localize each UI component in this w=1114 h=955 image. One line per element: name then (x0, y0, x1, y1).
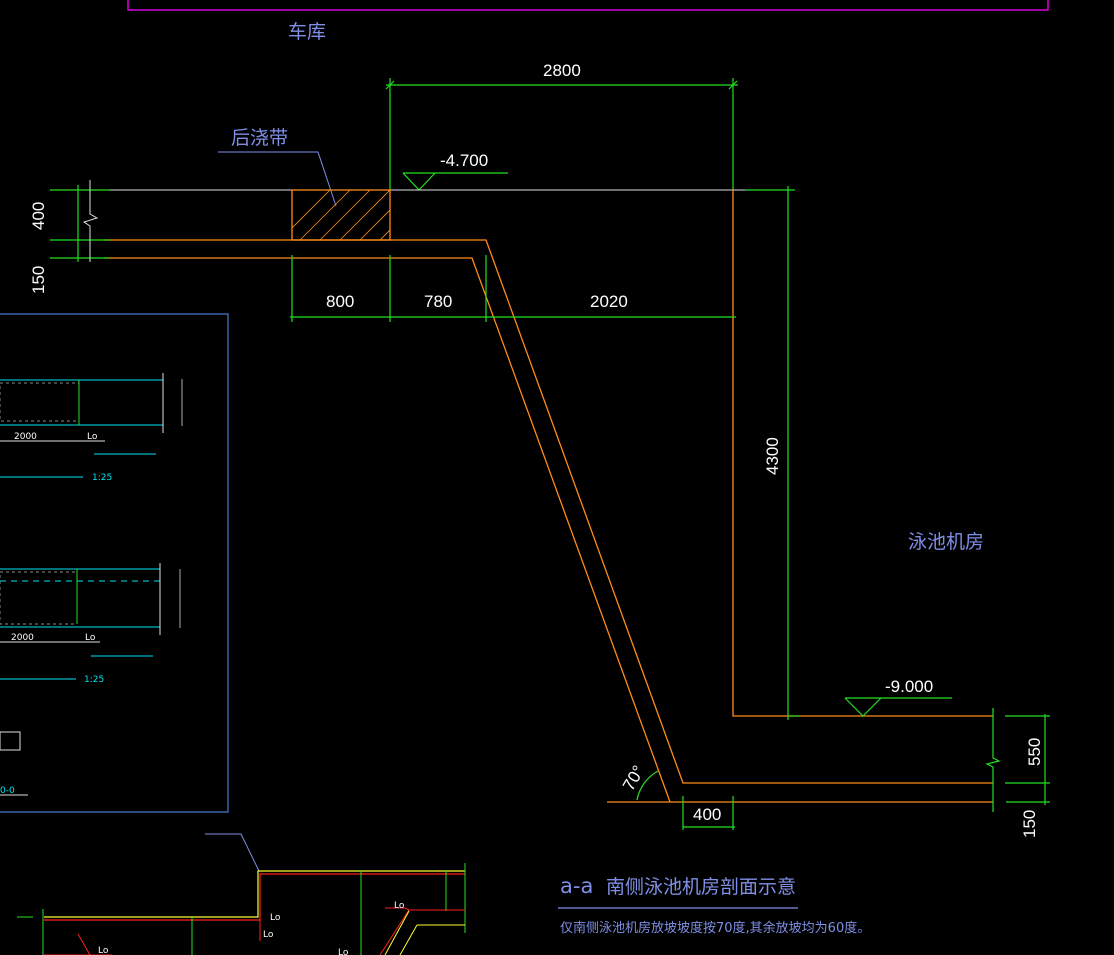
elevation-marker-bottom (844, 697, 952, 717)
garage-label: 车库 (288, 21, 326, 43)
bottom-lap-2: Lo (263, 930, 274, 940)
section-id: a-a (560, 874, 593, 898)
dim-top-width-text: 2800 (543, 61, 581, 80)
bottom-lap-1: Lo (270, 913, 281, 923)
detail1-lap: Lo (87, 432, 98, 442)
detail2-scale: 1:25 (84, 675, 104, 685)
elevation-top-text: -4.700 (440, 151, 488, 170)
post-pour-leader (218, 151, 337, 207)
dim-seg-2-text: 780 (424, 292, 452, 311)
dim-floor-thickness-text: 550 (1025, 738, 1044, 766)
detail1-scale: 1:25 (92, 473, 112, 483)
dim-seg-1-text: 800 (326, 292, 354, 311)
dim-left-slab (50, 180, 110, 262)
section-tag: 0-0 (0, 786, 15, 796)
dim-slab-step-text: 150 (29, 266, 48, 294)
detail2-lap: Lo (85, 633, 96, 643)
post-pour-strip-label: 后浇带 (231, 127, 288, 149)
garage-frame (127, 0, 1049, 11)
elevation-marker-top (402, 172, 508, 191)
bottom-detail (17, 833, 466, 955)
dim-segments (290, 255, 736, 322)
left-detail-panel (0, 313, 229, 813)
room-label: 泳池机房 (908, 531, 984, 553)
bottom-lap-4: Lo (98, 946, 109, 955)
dim-slab-thickness-text: 400 (29, 202, 48, 230)
angle-text: 70° (619, 762, 648, 794)
dim-seg-3-text: 2020 (590, 292, 628, 311)
detail1-dim: 2000 (14, 432, 37, 442)
section-title: 南侧泳池机房剖面示意 (606, 876, 796, 898)
detail2-dim: 2000 (11, 633, 34, 643)
dim-wall-height-text: 4300 (763, 437, 782, 475)
section-note: 仅南侧泳池机房放坡坡度按70度,其余放坡均为60度。 (560, 920, 870, 936)
cad-drawing-canvas[interactable]: 车库 2800 后浇带 -4.700 400 150 800 780 2020 … (0, 0, 1114, 955)
dim-toe-text: 400 (693, 805, 721, 824)
post-pour-strip-hatch (291, 189, 391, 241)
excavation-profile (104, 190, 993, 803)
bottom-lap-5: Lo (338, 948, 349, 955)
dim-floor-step-text: 150 (1020, 810, 1039, 838)
bottom-lap-3: Lo (394, 901, 405, 911)
elevation-bottom-text: -9.000 (885, 677, 933, 696)
